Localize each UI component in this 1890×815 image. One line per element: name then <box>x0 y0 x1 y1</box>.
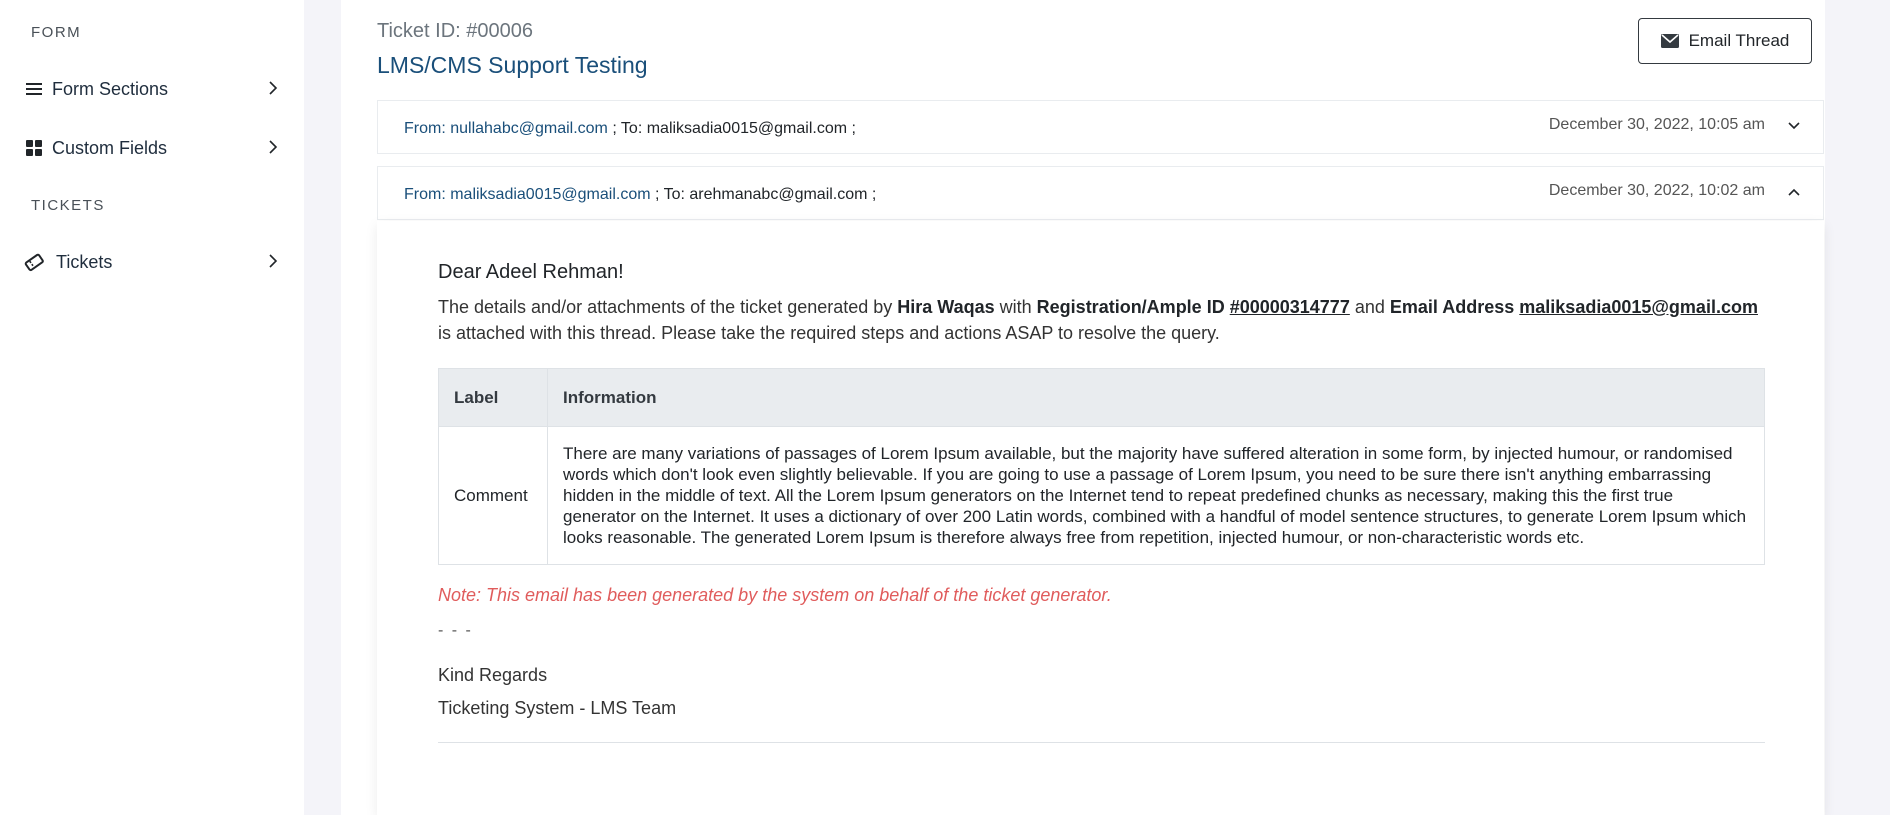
list-icon <box>24 79 44 99</box>
divider <box>438 742 1765 743</box>
chevron-down-icon[interactable] <box>1787 118 1801 136</box>
email-thread-label: Email Thread <box>1688 31 1790 50</box>
chevron-up-icon[interactable] <box>1787 184 1801 202</box>
thread-addresses: From: maliksadia0015@gmail.com ; To: are… <box>404 186 876 204</box>
chevron-right-icon <box>268 139 278 160</box>
generator-name: Hira Waqas <box>897 297 995 317</box>
email-intro: The details and/or attachments of the ti… <box>438 294 1768 346</box>
column-header-information: Information <box>547 368 1765 427</box>
sidebar-item-label: Tickets <box>56 251 113 272</box>
sidebar-item-form-sections[interactable]: Form Sections <box>24 74 284 104</box>
signature: Ticketing System - LMS Team <box>438 698 677 718</box>
closing-regards: Kind Regards <box>438 665 548 685</box>
table-row: Comment There are many variations of pas… <box>438 426 1765 565</box>
thread-from: From: maliksadia0015@gmail.com <box>404 186 651 203</box>
email-address-value: maliksadia0015@gmail.com <box>1519 297 1758 317</box>
column-header-label: Label <box>438 368 548 427</box>
sidebar-item-label: Form Sections <box>52 78 169 99</box>
sidebar-item-tickets[interactable]: Tickets <box>24 247 284 277</box>
chevron-right-icon <box>268 253 278 274</box>
intro-text: The details and/or attachments of the ti… <box>438 297 898 317</box>
thread-row[interactable]: From: maliksadia0015@gmail.com ; To: are… <box>377 166 1824 220</box>
email-body: Dear Adeel Rehman! The details and/or at… <box>377 221 1824 815</box>
thread-to: ; To: arehmanabc@gmail.com ; <box>650 186 877 203</box>
sidebar-item-custom-fields[interactable]: Custom Fields <box>24 133 284 163</box>
system-note: Note: This email has been generated by t… <box>438 585 1112 605</box>
row-information: There are many variations of passages of… <box>547 426 1765 565</box>
ticket-panel: Ticket ID: #00006 LMS/CMS Support Testin… <box>341 0 1825 815</box>
email-address-label: Email Address <box>1389 297 1520 317</box>
registration-id: #00000314777 <box>1229 297 1350 317</box>
thread-to: ; To: maliksadia0015@gmail.com ; <box>607 120 856 137</box>
sidebar-item-label: Custom Fields <box>52 137 168 158</box>
sidebar: FORM Form Sections Custom Fields TICKETS… <box>0 0 304 815</box>
info-table: Label Information Comment There are many… <box>438 368 1765 565</box>
thread-date: December 30, 2022, 10:05 am <box>1548 116 1765 133</box>
envelope-icon <box>1660 34 1679 48</box>
email-greeting: Dear Adeel Rehman! <box>438 261 624 283</box>
thread-row[interactable]: From: nullahabc@gmail.com ; To: maliksad… <box>377 100 1824 154</box>
thread-addresses: From: nullahabc@gmail.com ; To: maliksad… <box>404 120 856 138</box>
thread-date: December 30, 2022, 10:02 am <box>1548 182 1765 199</box>
separator: - - - <box>438 622 473 639</box>
email-thread-button[interactable]: Email Thread <box>1638 18 1812 64</box>
row-label: Comment <box>438 426 548 565</box>
intro-text: with <box>994 297 1037 317</box>
table-header-row: Label Information <box>438 368 1765 427</box>
thread-from: From: nullahabc@gmail.com <box>404 120 608 137</box>
intro-text: is attached with this thread. Please tak… <box>438 323 1220 343</box>
intro-text: and <box>1349 297 1390 317</box>
grid-icon <box>24 138 44 158</box>
ticket-icon <box>24 252 44 272</box>
ticket-id: Ticket ID: #00006 <box>377 20 534 42</box>
form-section-heading: FORM <box>31 24 82 41</box>
tickets-section-heading: TICKETS <box>31 197 105 214</box>
registration-label: Registration/Ample ID <box>1036 297 1230 317</box>
ticket-title: LMS/CMS Support Testing <box>377 52 648 78</box>
chevron-right-icon <box>268 80 278 101</box>
